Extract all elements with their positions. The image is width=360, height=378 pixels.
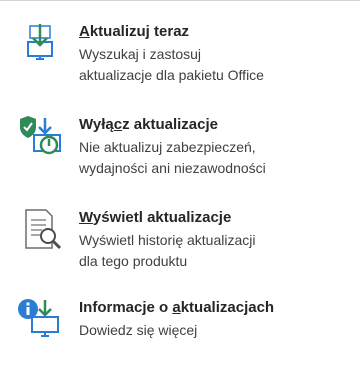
view-history-icon [16,208,66,252]
update-now-title: Aktualizuj teraz [79,23,190,40]
disable-updates-title: Wyłącz aktualizacje [79,116,218,133]
download-update-icon [16,22,66,66]
disable-updates-description: Nie aktualizuj zabezpieczeń, wydajności … [79,139,266,176]
about-updates-title: Informacje o aktualizacjach [79,299,275,316]
view-updates-description: Wyświetl historię aktualizacji dla tego … [79,232,256,269]
update-now-description: Wyszukaj i zastosuj aktualizacje dla pak… [79,46,264,83]
shield-disable-update-icon [16,115,66,159]
about-updates-description: Dowiedz się więcej [79,322,198,338]
disable-updates-menu-item[interactable]: Wyłącz aktualizacje Nie aktualizuj zabez… [8,115,354,195]
about-updates-menu-item[interactable]: Informacje o aktualizacjach Dowiedz się … [8,298,354,378]
top-divider [0,0,360,1]
view-updates-menu-item[interactable]: Wyświetl aktualizacje Wyświetl historię … [8,208,354,288]
info-update-icon [16,298,66,342]
update-now-menu-item[interactable]: Aktualizuj teraz Wyszukaj i zastosuj akt… [8,22,354,102]
view-updates-title: Wyświetl aktualizacje [79,209,232,226]
